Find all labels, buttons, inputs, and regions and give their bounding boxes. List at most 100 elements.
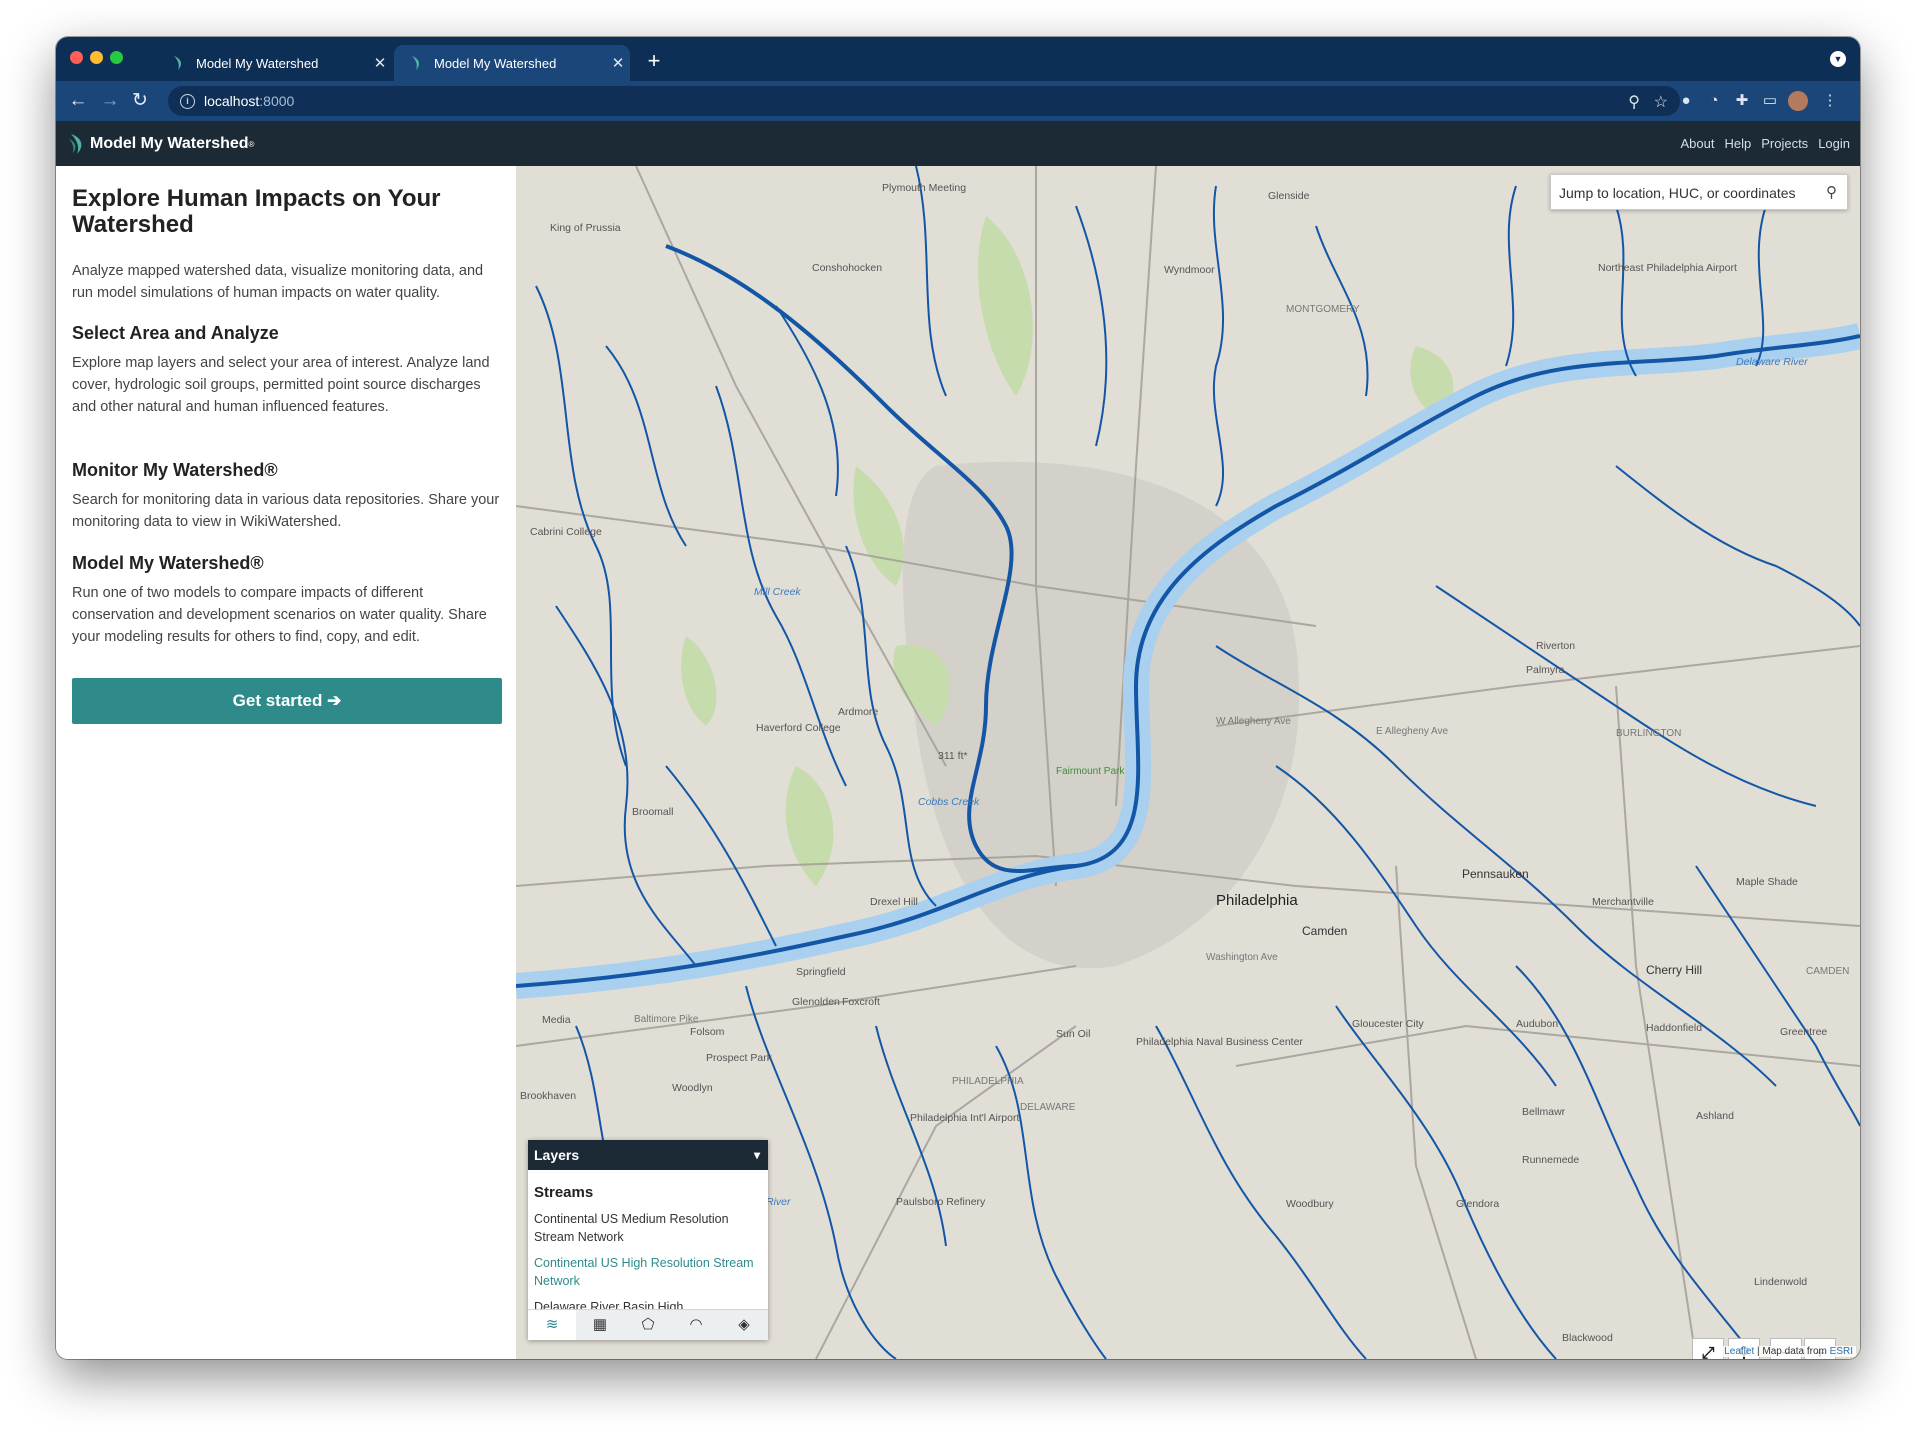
url-text: localhost:8000 <box>204 93 294 109</box>
map-label-wyndmoor: Wyndmoor <box>1164 264 1215 276</box>
profile-avatar[interactable] <box>1788 91 1808 111</box>
map-label-lindenwold: Lindenwold <box>1754 1276 1808 1288</box>
watershed-logo-icon <box>69 134 82 154</box>
search-icon[interactable]: ⚲ <box>1826 175 1837 211</box>
map-label-airport: Philadelphia Int'l Airport <box>910 1112 1020 1124</box>
map-label-cobbs-creek: Cobbs Creek <box>918 796 980 808</box>
map-label-maple-shade: Maple Shade <box>1736 876 1798 888</box>
tab-title: Model My Watershed <box>434 55 557 71</box>
app-nav: About Help Projects Login <box>1680 136 1850 151</box>
location-pin-icon[interactable]: ⚲ <box>1628 92 1640 112</box>
tab-search-icon[interactable]: ▼ <box>1830 51 1846 67</box>
new-tab-button[interactable]: + <box>640 47 668 75</box>
map-label-audubon: Audubon <box>1516 1018 1559 1030</box>
brand-logo[interactable]: Model My Watershed ® <box>68 133 254 155</box>
browser-tab-1[interactable]: Model My Watershed ✕ <box>156 45 392 81</box>
app-header: Model My Watershed ® About Help Projects … <box>56 121 1860 166</box>
map-label-w-allegheny-ave: W Allegheny Ave <box>1216 716 1291 727</box>
map-attribution: Leaflet | Map data from ESRI <box>1721 1346 1856 1357</box>
layer-item-medium-res[interactable]: Continental US Medium Resolution Stream … <box>534 1210 754 1246</box>
section-heading-monitor: Monitor My Watershed® <box>72 460 278 480</box>
map-label-gloucester-city: Gloucester City <box>1352 1018 1424 1030</box>
reload-icon[interactable]: ↻ <box>126 87 154 115</box>
map-label-merchantville: Merchantville <box>1592 896 1654 908</box>
map-label-philadelphia-county: PHILADELPHIA <box>952 1076 1024 1087</box>
layers-header[interactable]: Layers ▾ <box>528 1140 768 1170</box>
url-port: :8000 <box>259 93 295 109</box>
nav-about-link[interactable]: About <box>1680 136 1714 151</box>
coverage-grid-tab-icon[interactable]: ▦ <box>576 1310 624 1340</box>
map-label-camden: Camden <box>1302 924 1348 938</box>
map-label-folsom: Folsom <box>690 1026 725 1038</box>
map-label-bellmawr: Bellmawr <box>1522 1106 1566 1118</box>
section-body-monitor: Search for monitoring data in various da… <box>72 492 500 530</box>
map-label-plymouth-meeting: Plymouth Meeting <box>882 182 967 194</box>
map-label-burlington-county: BURLINGTON <box>1616 728 1682 739</box>
section-body-model: Run one of two models to compare impacts… <box>72 585 487 645</box>
minimize-window-button[interactable] <box>90 51 103 64</box>
map-label-pennsauken: Pennsauken <box>1462 867 1529 881</box>
brand-trademark: ® <box>248 139 255 149</box>
map-label-mill-creek: Mill Creek <box>754 586 801 598</box>
fullscreen-button[interactable]: ⤢ <box>1692 1338 1724 1359</box>
map-label-woodlyn: Woodlyn <box>672 1082 713 1094</box>
close-window-button[interactable] <box>70 51 83 64</box>
map-view[interactable]: Philadelphia Camden Pennsauken Cherry Hi… <box>516 166 1860 1359</box>
map-label-navy-yard: Philadelphia Naval Business Center <box>1136 1036 1303 1048</box>
browser-tab-2[interactable]: Model My Watershed ✕ <box>394 45 630 81</box>
watershed-favicon-icon <box>174 56 182 70</box>
address-bar[interactable]: i localhost:8000 ⚲ ☆ <box>168 86 1680 116</box>
extensions-puzzle-icon[interactable]: ✚ <box>1732 91 1752 111</box>
map-label-baltimore-pike: Baltimore Pike <box>634 1014 699 1025</box>
basemap-layers-tab-icon[interactable]: ◈ <box>720 1310 768 1340</box>
site-info-icon[interactable]: i <box>180 94 195 109</box>
map-label-riverton: Riverton <box>1536 640 1576 652</box>
layers-tab-bar: ≋ ▦ ⬠ ◠ ◈ <box>528 1309 768 1340</box>
bookmark-star-icon[interactable]: ☆ <box>1654 92 1668 112</box>
close-tab-icon[interactable]: ✕ <box>606 54 630 72</box>
extension-glasses-icon[interactable]: ◔ <box>1704 91 1724 111</box>
back-arrow-icon[interactable]: ← <box>64 87 92 115</box>
observations-tab-icon[interactable]: ◠ <box>672 1310 720 1340</box>
map-label-delaware-county: DELAWARE <box>1020 1102 1076 1113</box>
map-label-prospect-park: Prospect Park <box>706 1052 772 1064</box>
map-label-runnemede: Runnemede <box>1522 1154 1580 1166</box>
url-host: localhost <box>204 93 260 109</box>
map-label-media: Media <box>542 1014 571 1026</box>
esri-link[interactable]: ESRI <box>1830 1346 1853 1357</box>
streams-tab-icon[interactable]: ≋ <box>528 1310 576 1340</box>
layer-item-high-res[interactable]: Continental US High Resolution Stream Ne… <box>534 1254 754 1290</box>
map-label-cherry-hill: Cherry Hill <box>1646 963 1703 977</box>
nav-login-link[interactable]: Login <box>1818 136 1850 151</box>
map-label-ne-airport: Northeast Philadelphia Airport <box>1598 262 1737 274</box>
map-label-haddonfield: Haddonfield <box>1646 1022 1703 1034</box>
chevron-down-icon[interactable]: ▾ <box>754 1140 760 1170</box>
map-label-montgomery: MONTGOMERY <box>1286 304 1360 315</box>
map-label-greentree: Greentree <box>1780 1026 1828 1038</box>
forward-arrow-icon[interactable]: → <box>96 87 124 115</box>
cast-icon[interactable]: ▭ <box>1760 91 1780 111</box>
nav-projects-link[interactable]: Projects <box>1761 136 1808 151</box>
leaflet-link[interactable]: Leaflet <box>1724 1346 1754 1357</box>
browser-toolbar: ← → ↻ i localhost:8000 ⚲ ☆ ● ◔ ✚ ▭ ⋮ <box>56 81 1860 121</box>
browser-menu-icon[interactable]: ⋮ <box>1820 91 1840 111</box>
map-label-elevation: 311 ft* <box>938 750 968 762</box>
map-label-haverford: Haverford College <box>756 722 841 734</box>
map-label-washington-ave: Washington Ave <box>1206 952 1278 963</box>
location-search-input[interactable]: Jump to location, HUC, or coordinates ⚲ <box>1550 174 1848 210</box>
close-tab-icon[interactable]: ✕ <box>368 54 392 72</box>
map-label-philadelphia: Philadelphia <box>1216 892 1298 909</box>
browser-window: Model My Watershed ✕ Model My Watershed … <box>56 37 1860 1359</box>
map-label-broomall: Broomall <box>632 806 674 818</box>
page-title: Explore Human Impacts on Your Watershed <box>72 185 441 238</box>
boundary-tab-icon[interactable]: ⬠ <box>624 1310 672 1340</box>
nav-help-link[interactable]: Help <box>1724 136 1751 151</box>
map-label-e-allegheny-ave: E Allegheny Ave <box>1376 726 1449 737</box>
map-label-camden-county: CAMDEN <box>1806 966 1850 977</box>
map-label-woodbury: Woodbury <box>1286 1198 1334 1210</box>
extension-dark-icon[interactable]: ● <box>1676 91 1696 111</box>
map-label-paulsboro: Paulsboro Refinery <box>896 1196 986 1208</box>
zoom-window-button[interactable] <box>110 51 123 64</box>
get-started-button[interactable]: Get started ➔ <box>72 678 502 724</box>
map-label-glenolden: Glenolden <box>792 996 840 1008</box>
